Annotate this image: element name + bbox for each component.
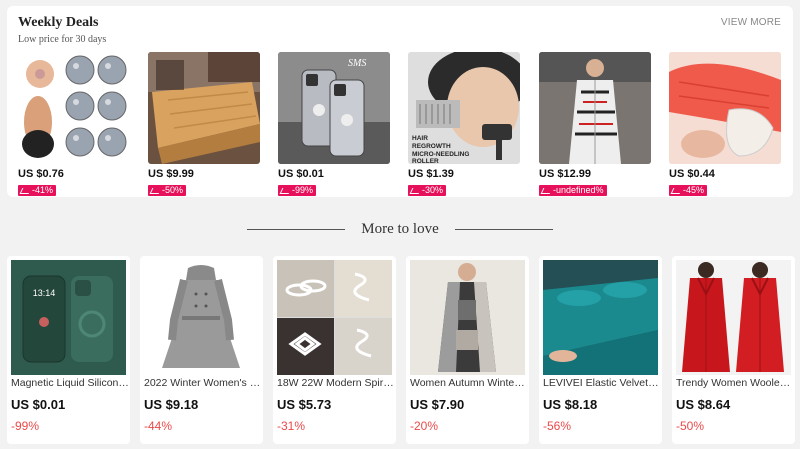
deal-price: US $12.99 [539,168,591,180]
deal-price: US $1.39 [408,168,454,180]
product-card[interactable]: 18W 22W Modern Spiral Ceiling Light US $… [273,256,396,444]
more-to-love-title: More to love [361,221,439,237]
product-price: US $9.18 [144,397,199,412]
product-card[interactable]: 2022 Winter Women's Coat US $9.18 -44% [140,256,263,444]
deal-price: US $0.01 [278,168,324,180]
deal-item[interactable]: US $0.76 -41% [18,52,130,198]
deal-image-mattress[interactable] [148,52,260,164]
product-image-ceiling-light[interactable] [277,260,392,375]
product-discount: -31% [277,419,306,433]
deal-item[interactable]: US $12.99 -undefined% [539,52,651,198]
deal-discount-badge: -99% [278,185,317,196]
product-discount: -44% [144,419,173,433]
deal-discount-badge: -50% [148,185,187,196]
product-price: US $5.73 [277,397,332,412]
deal-image-long-coat[interactable] [539,52,651,164]
phone-case-brand-text: SMS [348,58,366,69]
view-more-link[interactable]: VIEW MORE [721,17,781,28]
deal-price: US $0.76 [18,168,64,180]
weekly-deals-panel: Weekly Deals Low price for 30 days VIEW … [7,6,793,197]
deal-price: US $0.44 [669,168,715,180]
weekly-deals-subtitle: Low price for 30 days [18,34,107,45]
deal-image-shoe-patch[interactable] [669,52,781,164]
divider-right [455,229,553,230]
product-card[interactable]: LEVIVEI Elastic Velvet Bed Sheet US $8.1… [539,256,662,444]
weekly-deals-title: Weekly Deals [18,15,99,30]
product-name[interactable]: 18W 22W Modern Spiral Ceiling Light [277,377,395,389]
product-discount: -50% [676,419,705,433]
product-name[interactable]: Trendy Women Woolen Coat [676,377,794,389]
deal-item[interactable]: SMS US $0.01 -99% [278,52,390,198]
product-card[interactable]: 13:14 Magnetic Liquid Silicone Case US $… [7,256,130,444]
deal-item[interactable]: US $9.99 -50% [148,52,260,198]
product-image-phone-case[interactable]: 13:14 [11,260,126,375]
deal-discount-badge: -undefined% [539,185,607,196]
product-price: US $7.90 [410,397,465,412]
product-discount: -56% [543,419,572,433]
deal-image-derma-roller[interactable]: HAIR REGROWTH MICRO-NEEDLING ROLLER [408,52,520,164]
deal-item[interactable]: US $0.44 -45% [669,52,781,198]
product-image-red-coat[interactable] [676,260,791,375]
deal-item[interactable]: HAIR REGROWTH MICRO-NEEDLING ROLLER US $1.3… [408,52,520,198]
deal-image-jewelry[interactable] [18,52,130,164]
product-discount: -99% [11,419,40,433]
deal-price: US $9.99 [148,168,194,180]
deal-image-phone-case[interactable]: SMS [278,52,390,164]
product-image-grey-coat[interactable] [144,260,259,375]
product-image-bed-sheet[interactable] [543,260,658,375]
product-name[interactable]: LEVIVEI Elastic Velvet Bed Sheet [543,377,661,389]
more-to-love-header: More to love [0,218,800,242]
product-price: US $8.64 [676,397,731,412]
phone-screen-time: 13:14 [33,288,56,298]
product-discount: -20% [410,419,439,433]
product-card[interactable]: Trendy Women Woolen Coat US $8.64 -50% [672,256,795,444]
product-name[interactable]: Women Autumn Winter Cardigan [410,377,528,389]
product-name[interactable]: 2022 Winter Women's Coat [144,377,262,389]
product-image-cardigan[interactable] [410,260,525,375]
product-price: US $0.01 [11,397,66,412]
deal-discount-badge: -41% [18,185,57,196]
product-price: US $8.18 [543,397,598,412]
product-card[interactable]: Women Autumn Winter Cardigan US $7.90 -2… [406,256,529,444]
deal-discount-badge: -45% [669,185,708,196]
deal-discount-badge: -30% [408,185,447,196]
product-name[interactable]: Magnetic Liquid Silicone Case [11,377,129,389]
